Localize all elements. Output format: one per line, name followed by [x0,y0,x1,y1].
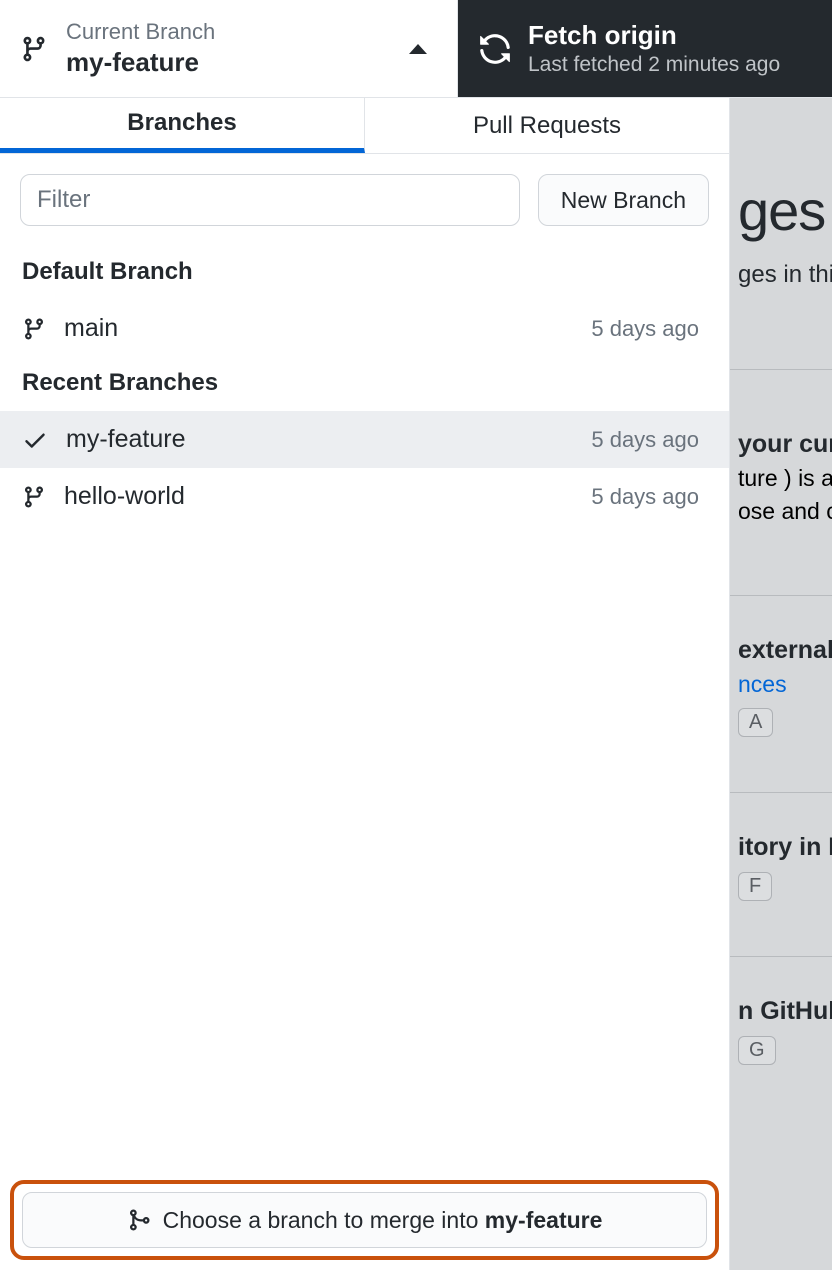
fetch-subtitle: Last fetched 2 minutes ago [528,53,780,77]
bg-heading: ges [730,178,832,243]
current-branch-dropdown[interactable]: Current Branch my-feature [0,0,458,97]
branch-item-hello-world[interactable]: hello-world 5 days ago [0,468,729,525]
filter-input[interactable] [20,174,520,226]
tabs: Branches Pull Requests [0,98,729,154]
toolbar: Current Branch my-feature Fetch origin L… [0,0,832,98]
branch-dropdown-panel: Branches Pull Requests New Branch Defaul… [0,98,730,1270]
branch-time: 5 days ago [591,316,699,342]
recent-branches-header: Recent Branches [0,357,729,411]
branch-item-my-feature[interactable]: my-feature 5 days ago [0,411,729,468]
branch-item-main[interactable]: main 5 days ago [0,300,729,357]
current-branch-label: Current Branch [66,19,215,45]
fetch-title: Fetch origin [528,20,780,51]
git-merge-icon [127,1206,151,1234]
merge-button-label: Choose a branch to merge into my-feature [163,1207,603,1234]
caret-up-icon [409,44,427,54]
background-panel: ges ges in this your curr ture ) is a os… [730,98,832,1270]
branch-time: 5 days ago [591,427,699,453]
branch-time: 5 days ago [591,484,699,510]
branch-name: hello-world [64,482,185,511]
tab-pull-requests[interactable]: Pull Requests [365,98,729,153]
check-icon [22,427,48,453]
default-branch-header: Default Branch [0,246,729,300]
bg-sub: ges in this [730,261,832,289]
choose-merge-branch-button[interactable]: Choose a branch to merge into my-feature [22,1192,707,1248]
merge-region: Choose a branch to merge into my-feature [0,1170,729,1270]
branch-name: main [64,314,118,343]
filter-row: New Branch [0,154,729,246]
new-branch-button[interactable]: New Branch [538,174,709,226]
current-branch-value: my-feature [66,47,215,78]
git-branch-icon [20,33,48,65]
sync-icon [478,32,512,66]
tab-branches[interactable]: Branches [0,98,365,153]
highlight-annotation: Choose a branch to merge into my-feature [10,1180,719,1260]
git-branch-icon [22,315,46,343]
git-branch-icon [22,483,46,511]
branch-name: my-feature [66,425,185,454]
fetch-origin-button[interactable]: Fetch origin Last fetched 2 minutes ago [458,0,832,97]
